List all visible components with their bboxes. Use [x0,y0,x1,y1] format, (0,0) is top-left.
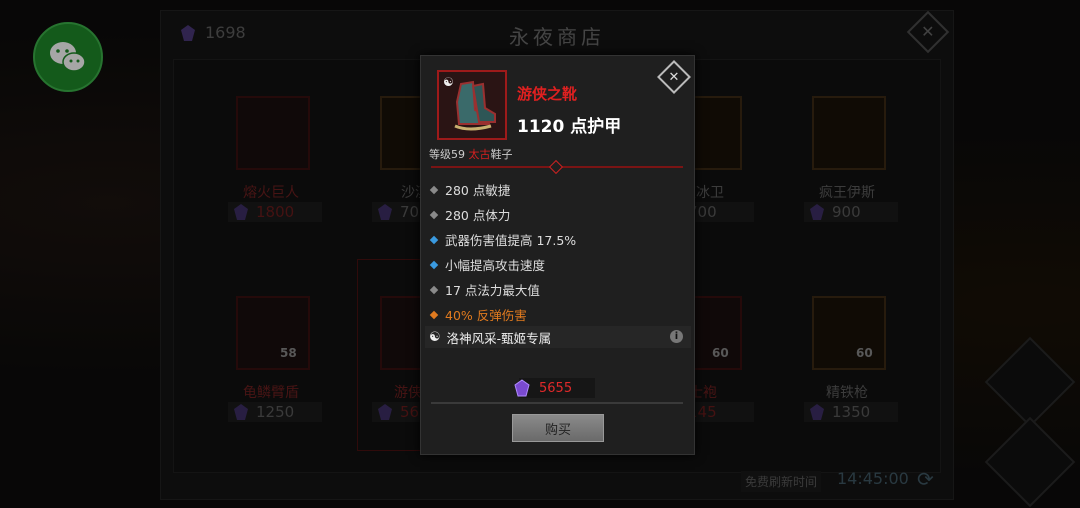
set-bonus-row[interactable]: ☯ 洛神风采-甄姬专属 i [425,326,691,348]
diamond-bullet-icon [429,310,439,319]
item-icon: ☯ [437,70,507,140]
item-price: 5655 [514,378,595,398]
grade-type: 鞋子 [490,148,513,161]
set-name: 洛神风采-甄姬专属 [446,330,552,346]
item-name: 游侠之靴 [517,85,578,103]
stat-line: 40% 反弹伤害 [429,305,527,324]
diamond-bullet-icon [429,285,439,294]
grade-level: 等级59 [429,148,465,161]
buy-button[interactable]: 购买 [512,414,604,442]
stat-text: 小幅提高攻击速度 [445,258,546,273]
stat-line: 280 点体力 [429,205,511,224]
stat-text: 280 点敏捷 [445,183,511,198]
stat-line: 280 点敏捷 [429,180,511,199]
tooltip-close-button[interactable]: ✕ [657,60,691,94]
stat-line: 小幅提高攻击速度 [429,255,546,274]
stat-text: 280 点体力 [445,208,511,223]
stat-text: 40% 反弹伤害 [445,308,527,323]
diamond-bullet-icon [429,210,439,219]
close-icon: ✕ [668,69,680,85]
stat-text: 17 点法力最大值 [445,283,540,298]
divider [431,402,683,404]
stat-line: 17 点法力最大值 [429,280,540,299]
diamond-bullet-icon [429,185,439,194]
diamond-bullet-icon [429,235,439,244]
item-armor: 1120 点护甲 [517,117,622,137]
diamond-bullet-icon [429,260,439,269]
info-icon[interactable]: i [670,330,683,343]
divider [431,159,683,175]
stat-text: 武器伤害值提高 17.5% [445,233,577,248]
yinyang-icon: ☯ [429,329,441,345]
price-value: 5655 [539,380,573,396]
yinyang-icon: ☯ [443,75,454,89]
stat-line: 武器伤害值提高 17.5% [429,230,577,249]
divider-diamond [548,159,564,175]
item-grade: 等级59 太古鞋子 [429,146,513,162]
gem-icon [514,379,530,397]
item-tooltip: ☯ ✕ 游侠之靴 1120 点护甲 等级59 太古鞋子 280 点敏捷 280 点… [420,55,695,455]
grade-quality: 太古 [468,148,491,161]
